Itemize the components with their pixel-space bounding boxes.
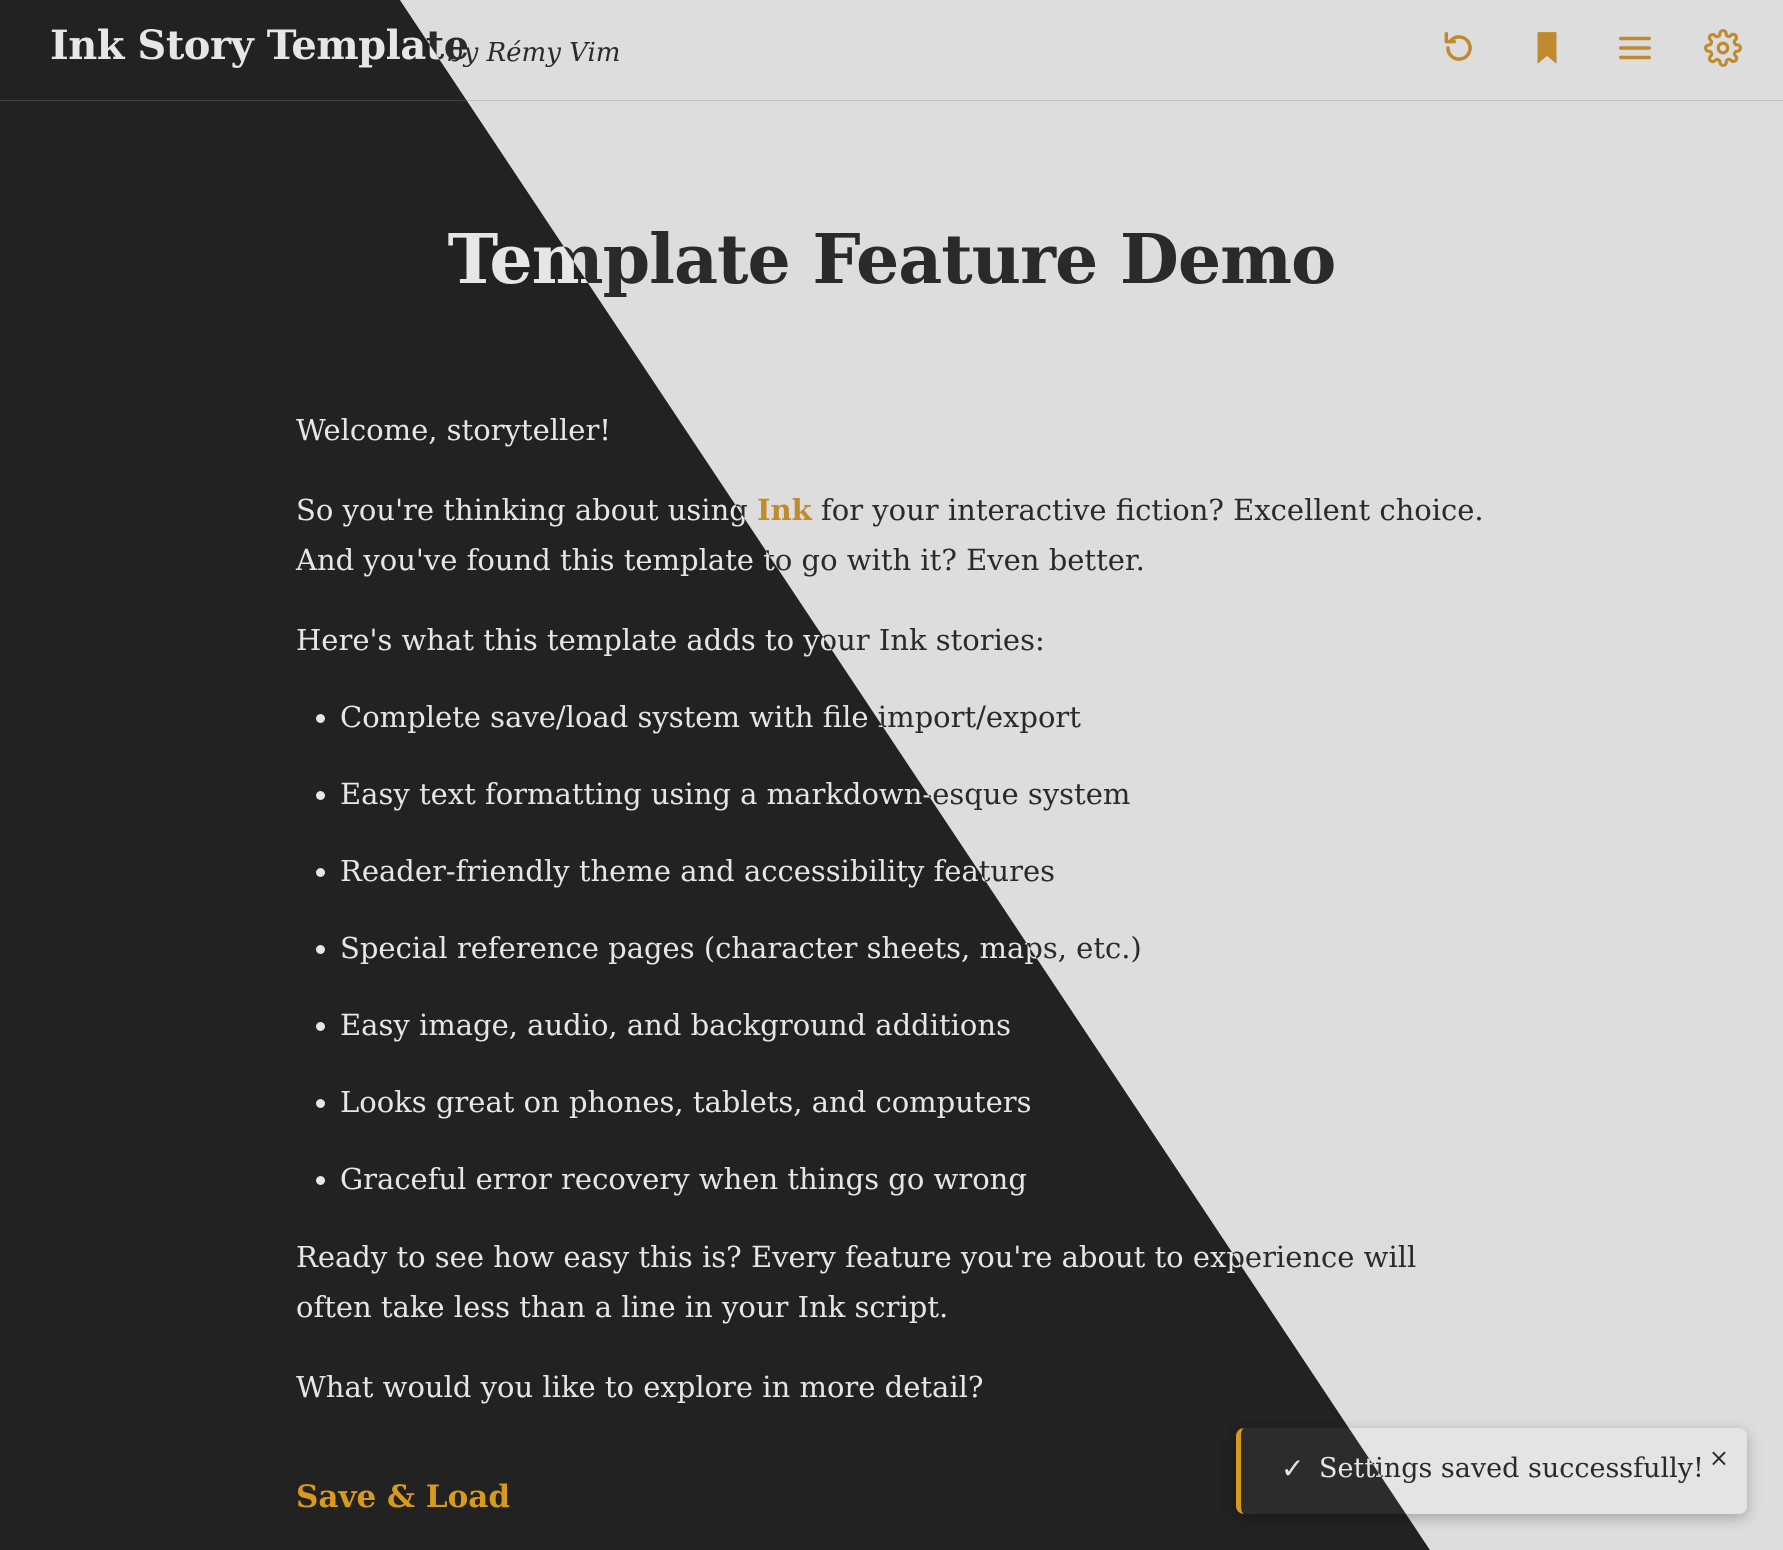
restart-button[interactable] (1435, 24, 1483, 72)
explore-paragraph: What would you like to explore in more d… (296, 1370, 984, 1404)
toast-close-button[interactable]: × (1709, 1444, 1729, 1472)
bookmark-button[interactable] (1523, 24, 1571, 72)
settings-button[interactable] (1699, 24, 1747, 72)
list-item: Easy image, audio, and background additi… (296, 1000, 1142, 1077)
restart-icon (1444, 32, 1472, 61)
gear-icon (1704, 29, 1742, 67)
bookmark-icon (1537, 32, 1557, 64)
story-author: by Rémy Vim (447, 38, 621, 68)
check-icon: ✓ (1281, 1452, 1305, 1485)
ink-link[interactable]: Ink (757, 493, 812, 527)
menu-icon (1619, 36, 1651, 60)
list-item: Looks great on phones, tablets, and comp… (296, 1077, 1142, 1154)
welcome-paragraph: Welcome, storyteller! (296, 413, 611, 447)
intro-text-before: So you're thinking about using (296, 493, 758, 527)
menu-button[interactable] (1611, 24, 1659, 72)
list-item: Graceful error recovery when things go w… (296, 1154, 1142, 1231)
story-header-title: Ink Story Template (50, 22, 469, 69)
list-item: Special reference pages (character sheet… (296, 923, 1142, 1000)
choice-save-load[interactable]: Save & Load (296, 1472, 510, 1522)
